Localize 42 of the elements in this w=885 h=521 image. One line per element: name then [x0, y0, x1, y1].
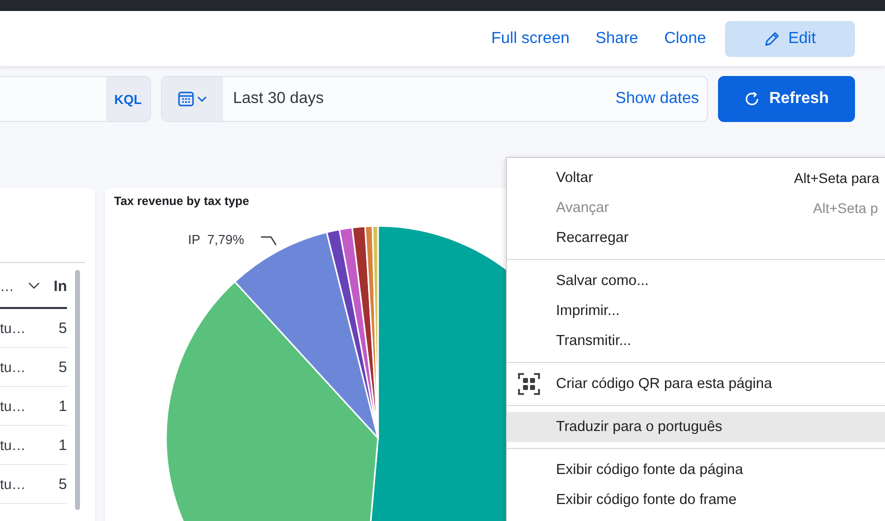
- menu-item[interactable]: Voltar Alt+Seta para: [507, 163, 885, 193]
- table-cell-text: 5: [58, 358, 67, 376]
- query-field[interactable]: [0, 76, 106, 122]
- menu-item[interactable]: Criar código QR para esta página: [507, 369, 885, 399]
- query-language-button[interactable]: KQL: [106, 76, 151, 122]
- table-cell-text: tu…: [0, 320, 27, 336]
- keyboard-shortcut: Alt+Seta p: [813, 200, 878, 216]
- calendar-icon: [178, 92, 194, 106]
- table-cell-text: tu…: [0, 476, 27, 492]
- header-link[interactable]: Full screen: [491, 30, 570, 48]
- table-cell-text: 1: [58, 398, 67, 414]
- scrollbar[interactable]: [75, 270, 80, 510]
- column-header[interactable]: …: [0, 278, 36, 294]
- keyboard-shortcut: Alt+Seta para: [794, 170, 880, 186]
- table-cell-text: 5: [58, 320, 67, 336]
- header-link[interactable]: Share: [595, 30, 638, 48]
- menu-item[interactable]: Traduzir para o português: [507, 412, 885, 442]
- table-cell-text: tu…: [0, 437, 27, 453]
- menu-item[interactable]: Salvar como...: [507, 266, 885, 296]
- table-cell-text: tu…: [0, 398, 27, 414]
- menu-item[interactable]: Exibir código fonte da página: [507, 455, 885, 485]
- chevron-down-icon: [197, 96, 206, 102]
- menu-item[interactable]: Transmitir...: [507, 326, 885, 356]
- table-cell-text: 1: [58, 436, 67, 454]
- pencil-icon: [764, 30, 780, 46]
- menu-item[interactable]: Exibir código fonte do frame: [507, 485, 885, 515]
- table-cell-text: tu…: [0, 359, 27, 375]
- leader-line: [261, 236, 276, 246]
- date-picker-button[interactable]: [162, 77, 223, 121]
- refresh-button[interactable]: Refresh: [718, 76, 855, 122]
- column-header[interactable]: In: [49, 278, 67, 294]
- refresh-icon: [744, 91, 760, 107]
- date-range-text: Last 30 days: [233, 90, 325, 108]
- qr-code-icon: [518, 373, 540, 395]
- menu-item[interactable]: Imprimir...: [507, 296, 885, 326]
- menu-item[interactable]: Recarregar: [507, 223, 885, 253]
- table-cell-text: 5: [58, 476, 67, 492]
- show-dates-link[interactable]: Show dates: [615, 90, 699, 108]
- chevron-down-icon[interactable]: [28, 282, 40, 290]
- header-link[interactable]: Clone: [664, 30, 706, 48]
- slice-label: IP 7,79%: [188, 232, 244, 247]
- edit-button[interactable]: Edit: [725, 20, 855, 56]
